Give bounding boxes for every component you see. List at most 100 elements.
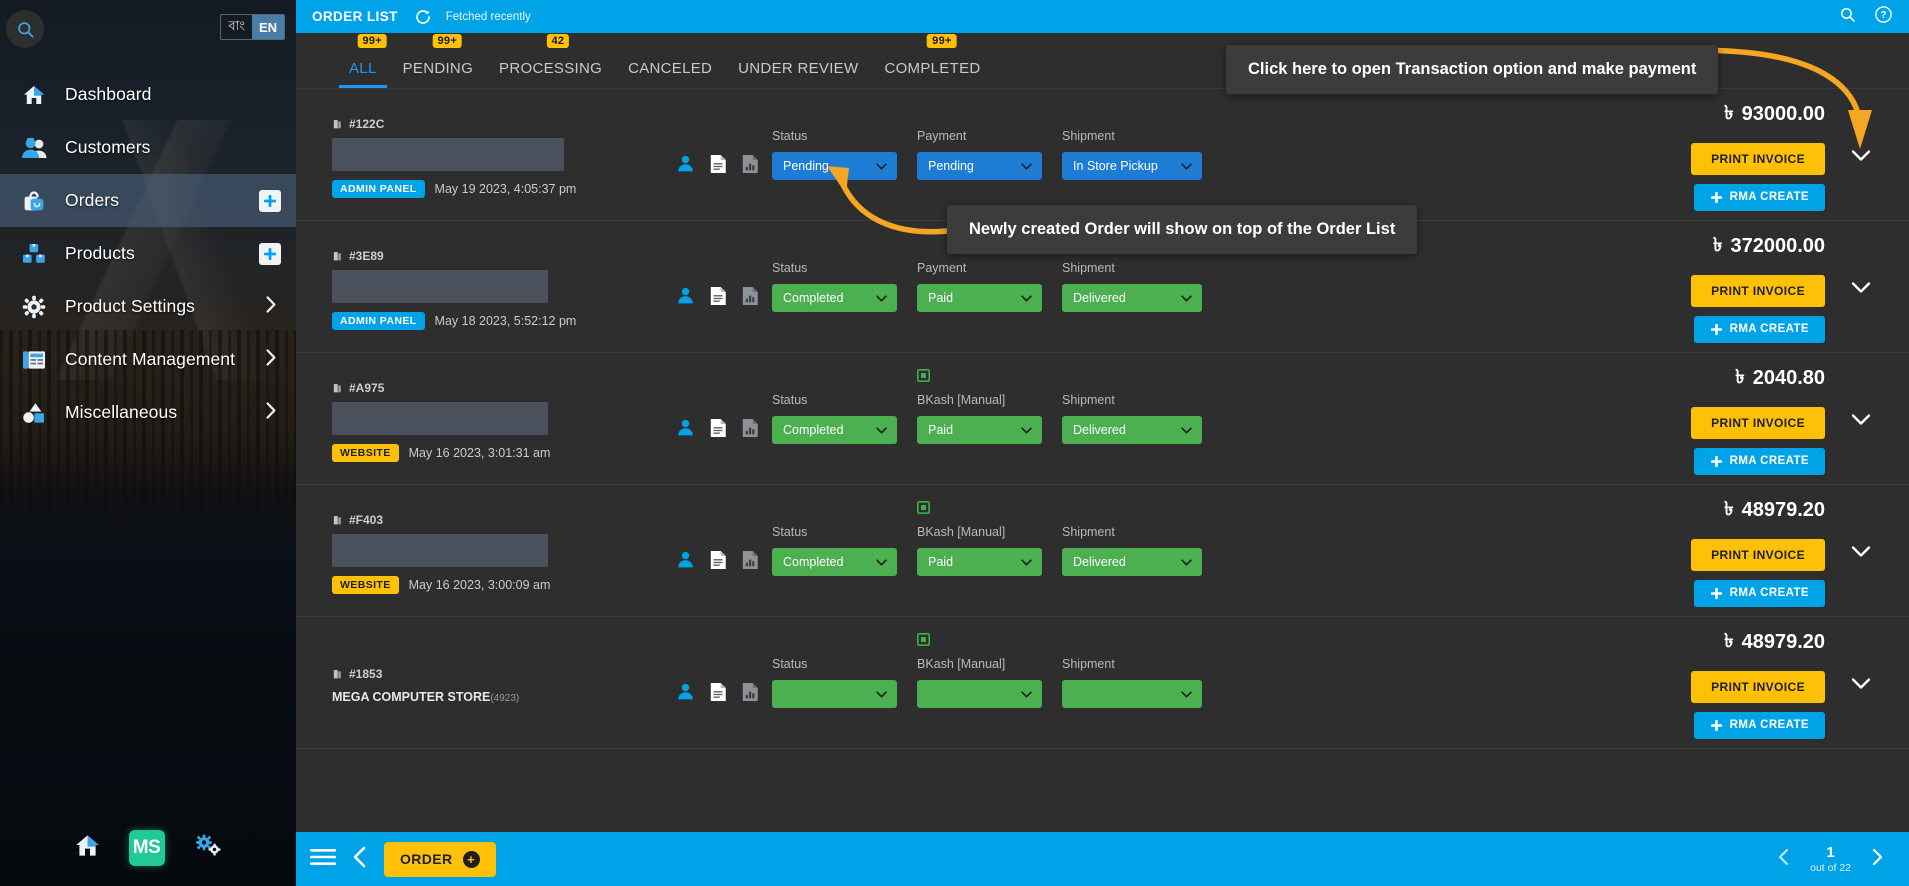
page-title: ORDER LIST: [312, 9, 398, 24]
rma-create-button[interactable]: RMA CREATE: [1693, 315, 1825, 343]
tab-completed[interactable]: 99+ COMPLETED: [871, 34, 993, 88]
expand-order-button[interactable]: [1835, 407, 1887, 431]
expand-submenu-button[interactable]: [264, 401, 278, 424]
sidebar-add-button[interactable]: [259, 189, 281, 212]
footer-settings-button[interactable]: [193, 833, 223, 864]
order-identity: #1853 MEGA COMPUTER STORE(4923): [332, 661, 662, 704]
print-invoice-button[interactable]: PRINT INVOICE: [1691, 274, 1825, 307]
status-select[interactable]: Completed: [772, 284, 897, 312]
expand-order-button[interactable]: [1835, 143, 1887, 167]
view-invoice-button[interactable]: [709, 154, 727, 174]
status-select[interactable]: Pending: [772, 152, 897, 180]
view-invoice-button[interactable]: [709, 286, 727, 306]
order-amount: ৳ 48979.20: [1691, 627, 1825, 659]
page-next-button[interactable]: [1869, 848, 1885, 871]
tab-processing[interactable]: 42 PROCESSING: [486, 34, 615, 88]
sidebar-item-product-settings[interactable]: Product Settings: [0, 280, 296, 333]
view-invoice-button[interactable]: [709, 682, 727, 702]
expand-order-button[interactable]: [1835, 275, 1887, 299]
view-invoice-button[interactable]: [709, 418, 727, 438]
language-switcher[interactable]: বাং EN: [220, 14, 285, 40]
sidebar-item-miscellaneous[interactable]: Miscellaneous: [0, 386, 296, 439]
view-customer-button[interactable]: [676, 286, 695, 305]
status-select[interactable]: Completed: [772, 548, 897, 576]
sidebar-item-dashboard[interactable]: Dashboard: [0, 68, 296, 121]
print-invoice-button[interactable]: PRINT INVOICE: [1691, 142, 1825, 175]
page-prev-button[interactable]: [1776, 848, 1792, 871]
order-row[interactable]: #F403 WEBSITE May 16 2023, 3:00:09 am Statu…: [296, 485, 1909, 617]
order-id-text: #1853: [349, 667, 383, 681]
payment-label: Payment: [917, 129, 967, 143]
expand-order-button[interactable]: [1835, 671, 1887, 695]
order-id-text: #A975: [349, 381, 385, 395]
search-button[interactable]: [6, 10, 44, 48]
order-row[interactable]: #1853 MEGA COMPUTER STORE(4923) Status BKas…: [296, 617, 1909, 749]
shipment-value: In Store Pickup: [1073, 159, 1158, 173]
view-customer-button[interactable]: [676, 154, 695, 173]
view-report-button[interactable]: [741, 550, 759, 570]
rma-create-button[interactable]: RMA CREATE: [1693, 447, 1825, 475]
view-invoice-button[interactable]: [709, 550, 727, 570]
payment-select[interactable]: Pending: [917, 152, 1042, 180]
sidebar-item-products[interactable]: Products: [0, 227, 296, 280]
rma-create-label: RMA CREATE: [1729, 323, 1809, 335]
view-report-button[interactable]: [741, 286, 759, 306]
view-customer-button[interactable]: [676, 418, 695, 437]
view-customer-button[interactable]: [676, 550, 695, 569]
status-select[interactable]: Completed: [772, 416, 897, 444]
shapes-icon: [23, 402, 44, 423]
app-logo[interactable]: MS: [128, 830, 165, 866]
chart-icon: [742, 154, 758, 173]
back-button[interactable]: [350, 846, 370, 873]
sidebar-item-content-management[interactable]: Content Management: [0, 333, 296, 386]
expand-submenu-button[interactable]: [264, 295, 278, 318]
top-search-button[interactable]: [1839, 6, 1856, 28]
chevron-down-icon: [1181, 294, 1192, 302]
footer-home-button[interactable]: [74, 832, 101, 864]
help-button[interactable]: ?: [1874, 5, 1893, 29]
order-row[interactable]: #A975 WEBSITE May 16 2023, 3:01:31 am Statu…: [296, 353, 1909, 485]
order-tag-icon: [333, 119, 341, 128]
view-report-button[interactable]: [741, 682, 759, 702]
expand-submenu-button[interactable]: [264, 348, 278, 371]
status-select[interactable]: [772, 680, 897, 708]
sidebar-item-customers[interactable]: Customers: [0, 121, 296, 174]
view-customer-button[interactable]: [676, 682, 695, 701]
chevron-down-icon: [1021, 426, 1032, 434]
shipment-select[interactable]: [1062, 680, 1202, 708]
payment-select[interactable]: [917, 680, 1042, 708]
shipment-select[interactable]: Delivered: [1062, 284, 1202, 312]
rma-create-button[interactable]: RMA CREATE: [1693, 711, 1825, 739]
rma-create-button[interactable]: RMA CREATE: [1693, 183, 1825, 211]
order-id-text: #3E89: [349, 249, 384, 263]
view-report-button[interactable]: [741, 418, 759, 438]
payment-select[interactable]: Paid: [917, 284, 1042, 312]
view-report-button[interactable]: [741, 154, 759, 174]
order-row[interactable]: #122C ADMIN PANEL May 19 2023, 4:05:37 pm S…: [296, 89, 1909, 221]
payment-select[interactable]: Paid: [917, 416, 1042, 444]
tab-pending[interactable]: 99+ PENDING: [390, 34, 486, 88]
sidebar-add-button[interactable]: [259, 242, 281, 265]
create-order-button[interactable]: ORDER +: [384, 841, 496, 877]
rma-create-button[interactable]: RMA CREATE: [1693, 579, 1825, 607]
shipment-select[interactable]: Delivered: [1062, 416, 1202, 444]
sidebar-item-orders[interactable]: Orders: [0, 174, 296, 227]
print-invoice-button[interactable]: PRINT INVOICE: [1691, 406, 1825, 439]
person-icon: [677, 287, 693, 304]
payment-select[interactable]: Paid: [917, 548, 1042, 576]
tab-label: UNDER REVIEW: [738, 60, 859, 77]
print-invoice-button[interactable]: PRINT INVOICE: [1691, 670, 1825, 703]
order-shipment-group: Shipment Delivered: [1062, 525, 1202, 576]
lang-option-en[interactable]: EN: [251, 15, 284, 39]
shipment-select[interactable]: In Store Pickup: [1062, 152, 1202, 180]
tab-all[interactable]: 99+ ALL: [336, 34, 390, 88]
refresh-button[interactable]: [414, 8, 432, 26]
shipment-select[interactable]: Delivered: [1062, 548, 1202, 576]
print-invoice-button[interactable]: PRINT INVOICE: [1691, 538, 1825, 571]
tab-canceled[interactable]: CANCELED: [615, 60, 725, 88]
order-status-group: Status Completed: [772, 393, 897, 444]
tab-under-review[interactable]: UNDER REVIEW: [725, 60, 871, 88]
menu-button[interactable]: [310, 847, 336, 872]
lang-option-bn[interactable]: বাং: [221, 15, 252, 39]
expand-order-button[interactable]: [1835, 539, 1887, 563]
